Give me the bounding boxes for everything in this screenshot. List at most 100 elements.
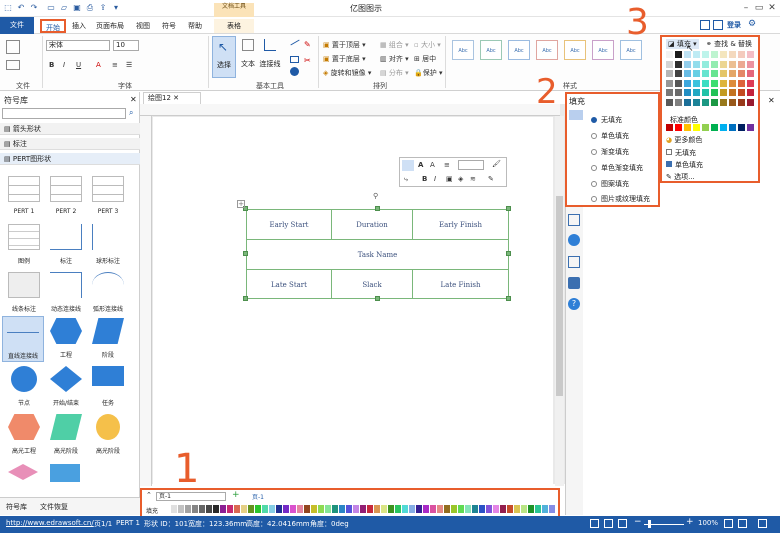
export-icon[interactable]: ⇪ <box>98 3 108 13</box>
color-swatch[interactable] <box>702 79 709 87</box>
pert-task-name[interactable]: Task Name <box>246 239 509 270</box>
standard-color-swatch[interactable] <box>738 124 745 131</box>
pert-late-finish[interactable]: Late Finish <box>412 269 509 299</box>
line-style-icon[interactable]: ≋ <box>470 175 476 183</box>
palette-swatch[interactable] <box>402 505 408 513</box>
palette-swatch[interactable] <box>255 505 261 513</box>
fill-option-solid[interactable]: 单色填充 <box>591 131 629 141</box>
color-palette-strip[interactable] <box>164 505 556 513</box>
find-replace-button[interactable]: ⚭ 查找 & 替换 <box>706 39 752 49</box>
color-swatch[interactable] <box>747 51 754 58</box>
palette-swatch[interactable] <box>178 505 184 513</box>
tab-symbol-library[interactable]: 符号库 <box>6 502 27 512</box>
palette-swatch[interactable] <box>332 505 338 513</box>
library-search-input[interactable] <box>2 108 126 119</box>
color-swatch[interactable] <box>675 60 682 68</box>
color-swatch[interactable] <box>711 60 718 68</box>
palette-swatch[interactable] <box>388 505 394 513</box>
palette-swatch[interactable] <box>262 505 268 513</box>
palette-swatch[interactable] <box>451 505 457 513</box>
fit-width-icon[interactable] <box>618 519 627 528</box>
shape-pert-2[interactable]: PERT 2 <box>46 174 86 220</box>
font-size-select[interactable]: 10 <box>113 40 139 51</box>
zoom-out-icon[interactable]: − <box>634 517 642 527</box>
shape-task[interactable]: 任务 <box>88 364 128 410</box>
chat-icon[interactable] <box>713 20 723 30</box>
shape-callout[interactable]: 标注 <box>46 222 86 268</box>
palette-swatch[interactable] <box>171 505 177 513</box>
edit-icon[interactable]: ✎ <box>488 175 494 183</box>
palette-swatch[interactable] <box>325 505 331 513</box>
color-swatch[interactable] <box>666 51 673 58</box>
color-swatch[interactable] <box>675 89 682 96</box>
style-preset-6[interactable]: Abc <box>592 40 614 60</box>
shape-start-end[interactable]: 开始/结束 <box>46 364 86 410</box>
color-swatch[interactable] <box>675 79 682 87</box>
tab-page-layout[interactable]: 页面布局 <box>93 19 127 33</box>
connector-tool-button[interactable]: 连接线 <box>258 36 282 78</box>
color-swatch[interactable] <box>729 70 736 77</box>
format-painter-icon[interactable]: 🖌 <box>492 160 501 168</box>
palette-swatch[interactable] <box>409 505 415 513</box>
color-swatch[interactable] <box>720 70 727 77</box>
print-icon[interactable]: ⎙ <box>85 3 95 13</box>
page-view-icon[interactable] <box>590 519 599 528</box>
save-icon[interactable]: ▣ <box>72 3 82 13</box>
layer-panel-icon[interactable] <box>568 234 580 246</box>
standard-color-swatch[interactable] <box>693 124 700 131</box>
library-category[interactable]: ▤ 箭头形状 <box>0 123 140 135</box>
tab-symbol[interactable]: 符号 <box>158 19 180 33</box>
color-tab-fill[interactable]: ◪ 填充 ▾ <box>666 39 699 49</box>
color-swatch[interactable] <box>729 60 736 68</box>
palette-swatch[interactable] <box>283 505 289 513</box>
color-swatch[interactable] <box>738 79 745 87</box>
select-tool-button[interactable]: ↖ 选择 <box>212 36 236 78</box>
palette-swatch[interactable] <box>346 505 352 513</box>
fill-option-pattern[interactable]: 图案填充 <box>591 179 629 189</box>
palette-swatch[interactable] <box>528 505 534 513</box>
help-icon[interactable]: ? <box>568 298 580 310</box>
fill-icon[interactable]: ◈ <box>458 175 463 183</box>
shape-project[interactable]: 工程 <box>46 316 86 362</box>
align-objects-button[interactable]: ▥ 对齐 ▾ <box>380 54 409 64</box>
palette-swatch[interactable] <box>304 505 310 513</box>
resize-handle[interactable] <box>243 296 248 301</box>
color-swatch[interactable] <box>702 51 709 58</box>
font-color-button[interactable]: A <box>96 61 101 69</box>
palette-swatch[interactable] <box>248 505 254 513</box>
standard-color-swatch[interactable] <box>666 124 673 131</box>
palette-swatch[interactable] <box>472 505 478 513</box>
color-swatch[interactable] <box>738 51 745 58</box>
shape-highlight-project[interactable]: 高光工程 <box>4 412 44 458</box>
minimize-icon[interactable]: – <box>740 2 752 14</box>
bring-to-front-button[interactable]: ▣ 置于顶层 ▾ <box>323 40 366 50</box>
palette-swatch[interactable] <box>479 505 485 513</box>
resize-handle[interactable] <box>243 251 248 256</box>
shape-node[interactable]: 节点 <box>4 364 44 410</box>
page-tab[interactable]: 页-1 <box>252 492 264 501</box>
library-category[interactable]: ▤ PERT图形状 <box>0 153 140 165</box>
shape-highlight-task[interactable] <box>50 464 80 482</box>
resize-handle[interactable] <box>506 296 511 301</box>
color-swatch[interactable] <box>675 51 682 58</box>
color-swatch[interactable] <box>666 98 673 106</box>
open-doc-icon[interactable] <box>6 60 20 70</box>
palette-swatch[interactable] <box>458 505 464 513</box>
color-swatch[interactable] <box>738 98 745 106</box>
style-preset-7[interactable]: Abc <box>620 40 642 60</box>
palette-swatch[interactable] <box>206 505 212 513</box>
palette-swatch[interactable] <box>507 505 513 513</box>
color-swatch[interactable] <box>666 60 673 68</box>
list-button[interactable]: ☰ <box>126 61 132 69</box>
pert-late-start[interactable]: Late Start <box>246 269 332 299</box>
color-swatch[interactable] <box>711 79 718 87</box>
style-preset-1[interactable]: Abc <box>452 40 474 60</box>
line-tool-icon[interactable] <box>290 39 300 46</box>
login-link[interactable]: 登录 <box>727 20 741 30</box>
text-tool-button[interactable]: 文本 <box>238 36 258 78</box>
resize-handle[interactable] <box>375 296 380 301</box>
color-swatch[interactable] <box>729 89 736 96</box>
shape-legend[interactable]: 图例 <box>4 222 44 268</box>
color-swatch[interactable] <box>747 89 754 96</box>
color-swatch[interactable] <box>738 70 745 77</box>
